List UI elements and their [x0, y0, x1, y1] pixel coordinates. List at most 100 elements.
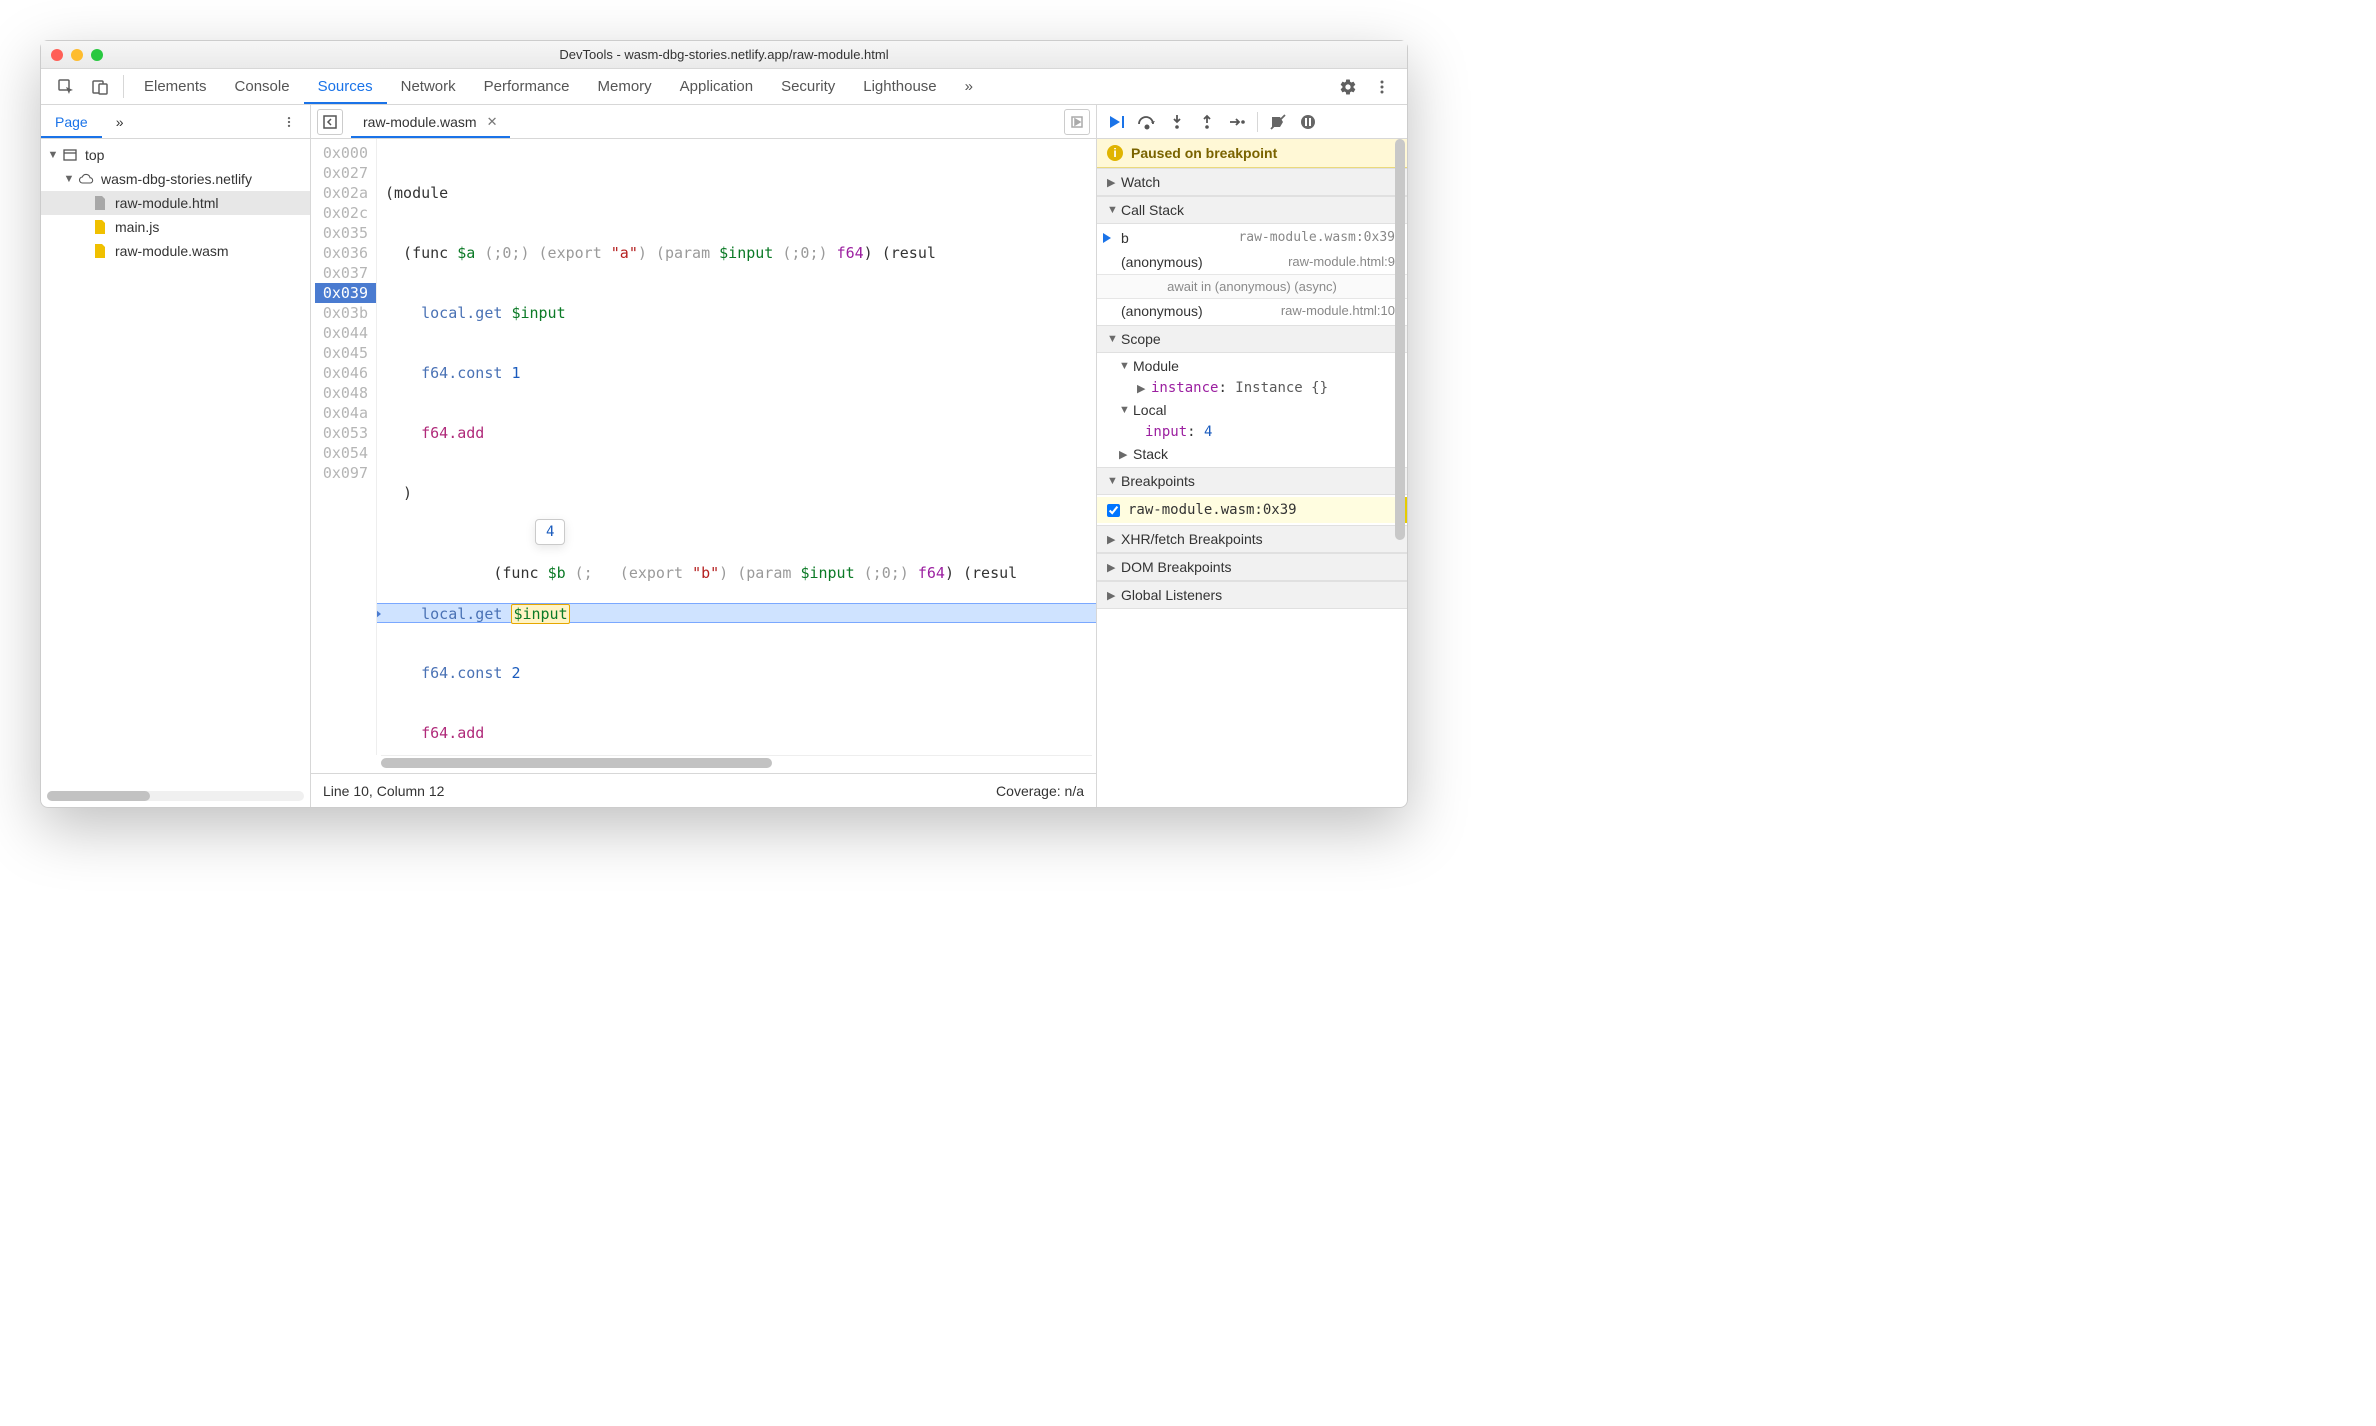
minimize-window-button[interactable] — [71, 49, 83, 61]
info-icon: i — [1107, 145, 1123, 161]
chevron-down-icon: ▼ — [1107, 475, 1121, 487]
file-icon — [91, 196, 109, 210]
navigator-tabs-overflow[interactable]: » — [102, 105, 138, 138]
chevron-down-icon: ▼ — [1107, 204, 1121, 216]
tree-file-html[interactable]: raw-module.html — [41, 191, 310, 215]
chevron-right-icon: ▶ — [1107, 561, 1121, 574]
nav-horizontal-scrollbar[interactable] — [47, 791, 304, 801]
debugger-toolbar — [1097, 105, 1407, 139]
main-area: Page » ▼ top ▼ wasm-dbg-stories.netlify — [41, 105, 1407, 807]
chevron-right-icon: ▶ — [1119, 448, 1133, 461]
tree-file-wasm[interactable]: raw-module.wasm — [41, 239, 310, 263]
tab-memory[interactable]: Memory — [584, 69, 666, 104]
tab-performance[interactable]: Performance — [470, 69, 584, 104]
step-out-button[interactable] — [1193, 109, 1221, 135]
scope-prop-instance[interactable]: ▶ instance: Instance {} — [1097, 377, 1407, 399]
tab-elements[interactable]: Elements — [130, 69, 221, 104]
editor-tabbar: raw-module.wasm ✕ — [311, 105, 1096, 139]
scope-module[interactable]: ▼ Module — [1097, 355, 1407, 377]
breakpoint-checkbox[interactable] — [1107, 504, 1120, 517]
breakpoints-section-header[interactable]: ▼ Breakpoints — [1097, 467, 1407, 495]
deactivate-breakpoints-button[interactable] — [1264, 109, 1292, 135]
run-snippet-icon[interactable] — [1064, 109, 1090, 135]
code-content[interactable]: (module (func $a (;0;) (export "a") (par… — [377, 139, 1096, 755]
tab-console[interactable]: Console — [221, 69, 304, 104]
pause-banner: i Paused on breakpoint — [1097, 139, 1407, 168]
chevron-down-icon: ▼ — [63, 173, 75, 185]
scope-stack[interactable]: ▶ Stack — [1097, 443, 1407, 465]
chevron-right-icon: ▶ — [1107, 176, 1121, 189]
pause-on-exceptions-button[interactable] — [1294, 109, 1322, 135]
callstack-section-header[interactable]: ▼ Call Stack — [1097, 196, 1407, 224]
close-tab-icon[interactable]: ✕ — [487, 114, 498, 130]
stack-frame[interactable]: b raw-module.wasm:0x39 — [1097, 226, 1407, 250]
scope-section: ▼ Module ▶ instance: Instance {} ▼ Local… — [1097, 353, 1407, 467]
cloud-icon — [77, 172, 95, 186]
scope-local[interactable]: ▼ Local — [1097, 399, 1407, 421]
file-js-icon — [91, 220, 109, 234]
inspect-element-icon[interactable] — [49, 69, 83, 104]
cursor-position: Line 10, Column 12 — [323, 783, 444, 799]
tab-lighthouse[interactable]: Lighthouse — [849, 69, 950, 104]
step-into-button[interactable] — [1163, 109, 1191, 135]
debugger-pane: i Paused on breakpoint ▶ Watch ▼ Call St… — [1097, 105, 1407, 807]
window-title: DevTools - wasm-dbg-stories.netlify.app/… — [41, 47, 1407, 62]
navigator-pane: Page » ▼ top ▼ wasm-dbg-stories.netlify — [41, 105, 311, 807]
scope-prop-input[interactable]: input: 4 — [1097, 421, 1407, 443]
chevron-down-icon: ▼ — [1107, 333, 1121, 345]
tree-label: raw-module.wasm — [115, 243, 229, 259]
panel-tabs: Elements Console Sources Network Perform… — [130, 69, 987, 104]
step-over-button[interactable] — [1133, 109, 1161, 135]
file-wasm-icon — [91, 244, 109, 258]
zoom-window-button[interactable] — [91, 49, 103, 61]
debugger-vertical-scrollbar[interactable] — [1395, 139, 1405, 807]
tree-label: top — [85, 147, 104, 163]
step-button[interactable] — [1223, 109, 1251, 135]
line-gutter[interactable]: 0x000 0x027 0x02a 0x02c 0x035 0x036 0x03… — [311, 139, 377, 755]
breakpoint-item[interactable]: raw-module.wasm:0x39 — [1097, 497, 1407, 523]
file-tree[interactable]: ▼ top ▼ wasm-dbg-stories.netlify raw-mod… — [41, 139, 310, 807]
tab-network[interactable]: Network — [387, 69, 470, 104]
watch-section-header[interactable]: ▶ Watch — [1097, 168, 1407, 196]
chevron-down-icon: ▼ — [1119, 404, 1133, 416]
tabs-overflow[interactable]: » — [951, 69, 987, 104]
tab-sources[interactable]: Sources — [304, 69, 387, 104]
tree-domain[interactable]: ▼ wasm-dbg-stories.netlify — [41, 167, 310, 191]
editor-tab-active[interactable]: raw-module.wasm ✕ — [351, 105, 510, 138]
settings-icon[interactable] — [1331, 69, 1365, 104]
navigate-back-icon[interactable] — [317, 109, 343, 135]
navigator-tabs: Page » — [41, 105, 310, 139]
stack-frame[interactable]: (anonymous) raw-module.html:9 — [1097, 250, 1407, 274]
xhr-breakpoints-header[interactable]: ▶ XHR/fetch Breakpoints — [1097, 525, 1407, 553]
stack-frame[interactable]: (anonymous) raw-module.html:10 — [1097, 299, 1407, 323]
close-window-button[interactable] — [51, 49, 63, 61]
highlighted-token: $input — [511, 604, 569, 624]
tree-top-frame[interactable]: ▼ top — [41, 143, 310, 167]
tree-label: main.js — [115, 219, 159, 235]
more-menu-icon[interactable] — [1365, 69, 1399, 104]
device-toolbar-icon[interactable] — [83, 69, 117, 104]
chevron-right-icon: ▶ — [1107, 533, 1121, 546]
tab-security[interactable]: Security — [767, 69, 849, 104]
tree-label: raw-module.html — [115, 195, 218, 211]
tab-application[interactable]: Application — [666, 69, 767, 104]
resume-button[interactable] — [1103, 109, 1131, 135]
main-toolbar: Elements Console Sources Network Perform… — [41, 69, 1407, 105]
dom-breakpoints-header[interactable]: ▶ DOM Breakpoints — [1097, 553, 1407, 581]
chevron-right-icon: ▶ — [1107, 589, 1121, 602]
code-editor[interactable]: 0x000 0x027 0x02a 0x02c 0x035 0x036 0x03… — [311, 139, 1096, 755]
scope-section-header[interactable]: ▼ Scope — [1097, 325, 1407, 353]
editor-tab-label: raw-module.wasm — [363, 114, 477, 130]
debugger-body: i Paused on breakpoint ▶ Watch ▼ Call St… — [1097, 139, 1407, 807]
global-listeners-header[interactable]: ▶ Global Listeners — [1097, 581, 1407, 609]
callstack-section: b raw-module.wasm:0x39 (anonymous) raw-m… — [1097, 224, 1407, 325]
navigator-tab-page[interactable]: Page — [41, 105, 102, 138]
editor-horizontal-scrollbar[interactable] — [381, 755, 1092, 769]
frame-icon — [61, 148, 79, 162]
chevron-down-icon: ▼ — [1119, 360, 1133, 372]
navigator-more-icon[interactable] — [268, 105, 310, 138]
tree-label: wasm-dbg-stories.netlify — [101, 171, 252, 187]
tree-file-js[interactable]: main.js — [41, 215, 310, 239]
breakpoints-section: raw-module.wasm:0x39 — [1097, 495, 1407, 525]
editor-statusbar: Line 10, Column 12 Coverage: n/a — [311, 773, 1096, 807]
